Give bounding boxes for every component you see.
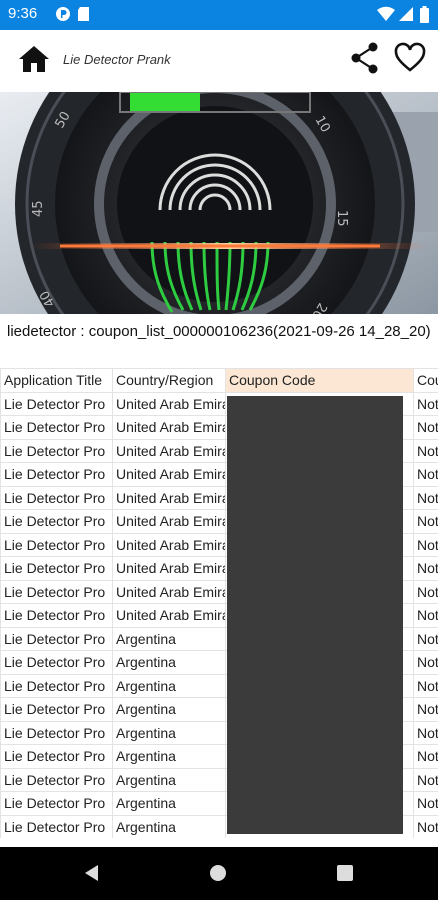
system-nav-bar bbox=[0, 847, 438, 900]
cell-coupon-status: Not bbox=[413, 603, 438, 628]
back-icon[interactable] bbox=[82, 863, 102, 883]
cell-country-region: Argentina bbox=[112, 767, 226, 792]
sd-card-icon bbox=[78, 7, 89, 21]
cell-country-region: United Arab Emirates bbox=[112, 603, 226, 628]
cell-coupon-status: Not bbox=[413, 579, 438, 604]
cell-country-region: United Arab Emirates bbox=[112, 462, 226, 487]
cell-coupon-status: Not bbox=[413, 391, 438, 416]
cell-country-region: United Arab Emirates bbox=[112, 579, 226, 604]
table-header-row: Application Title Country/Region Coupon … bbox=[0, 368, 438, 393]
wifi-icon bbox=[377, 6, 395, 22]
cell-country-region: Argentina bbox=[112, 673, 226, 698]
cell-country-region: Argentina bbox=[112, 650, 226, 675]
cell-coupon-status: Not bbox=[413, 438, 438, 463]
cell-application-title: Lie Detector Pro bbox=[0, 532, 113, 557]
signal-icon bbox=[399, 7, 413, 21]
cell-country-region: Argentina bbox=[112, 720, 226, 745]
notification-p-icon bbox=[56, 7, 70, 21]
battery-icon bbox=[420, 6, 429, 23]
cell-country-region: United Arab Emirates bbox=[112, 415, 226, 440]
watch-scanner-illustration: 50 10 45 15 40 20 bbox=[0, 92, 438, 314]
dial-number: 15 bbox=[334, 210, 349, 227]
cell-application-title: Lie Detector Pro bbox=[0, 462, 113, 487]
cell-application-title: Lie Detector Pro bbox=[0, 603, 113, 628]
home-icon[interactable] bbox=[18, 44, 50, 74]
recents-icon[interactable] bbox=[336, 864, 354, 882]
header-coupon-code[interactable]: Coupon Code bbox=[225, 368, 414, 393]
app-bar: Lie Detector Prank bbox=[0, 30, 438, 92]
header-country-region[interactable]: Country/Region bbox=[112, 368, 226, 393]
cell-application-title: Lie Detector Pro bbox=[0, 767, 113, 792]
cell-application-title: Lie Detector Pro bbox=[0, 438, 113, 463]
cell-coupon-status: Not bbox=[413, 485, 438, 510]
redacted-coupon-codes bbox=[227, 396, 403, 834]
status-bar: 9:36 bbox=[0, 0, 438, 30]
banner-image: 50 10 45 15 40 20 bbox=[0, 92, 438, 314]
cell-country-region: United Arab Emirates bbox=[112, 438, 226, 463]
cell-coupon-status: Not bbox=[413, 415, 438, 440]
cell-coupon-status: Not bbox=[413, 509, 438, 534]
cell-coupon-status: Not bbox=[413, 720, 438, 745]
header-application-title[interactable]: Application Title bbox=[0, 368, 113, 393]
cell-coupon-status: Not bbox=[413, 650, 438, 675]
cell-coupon-status: Not bbox=[413, 626, 438, 651]
cell-coupon-status: Not bbox=[413, 697, 438, 722]
cell-country-region: Argentina bbox=[112, 697, 226, 722]
cell-country-region: United Arab Emirates bbox=[112, 556, 226, 581]
dial-number: 45 bbox=[31, 200, 46, 217]
cell-country-region: United Arab Emirates bbox=[112, 485, 226, 510]
cell-country-region: Argentina bbox=[112, 791, 226, 816]
cell-application-title: Lie Detector Pro bbox=[0, 744, 113, 769]
cell-coupon-status: Not bbox=[413, 767, 438, 792]
cell-coupon-status: Not bbox=[413, 462, 438, 487]
cell-coupon-status: Not bbox=[413, 556, 438, 581]
header-coupon-status[interactable]: Cou bbox=[413, 368, 438, 393]
cell-application-title: Lie Detector Pro bbox=[0, 415, 113, 440]
cell-application-title: Lie Detector Pro bbox=[0, 650, 113, 675]
cell-application-title: Lie Detector Pro bbox=[0, 720, 113, 745]
cell-country-region: United Arab Emirates bbox=[112, 509, 226, 534]
cell-application-title: Lie Detector Pro bbox=[0, 509, 113, 534]
cell-application-title: Lie Detector Pro bbox=[0, 579, 113, 604]
cell-country-region: United Arab Emirates bbox=[112, 532, 226, 557]
status-time: 9:36 bbox=[8, 5, 38, 22]
favorite-heart-icon[interactable] bbox=[394, 42, 426, 74]
cell-country-region: Argentina bbox=[112, 744, 226, 769]
cell-country-region: Argentina bbox=[112, 814, 226, 838]
cell-application-title: Lie Detector Pro bbox=[0, 626, 113, 651]
cell-coupon-status: Not bbox=[413, 532, 438, 557]
coupon-list-caption: liedetector : coupon_list_000000106236(2… bbox=[7, 323, 431, 340]
cell-coupon-status: Not bbox=[413, 673, 438, 698]
cell-country-region: United Arab Emirates bbox=[112, 391, 226, 416]
cell-application-title: Lie Detector Pro bbox=[0, 791, 113, 816]
cell-application-title: Lie Detector Pro bbox=[0, 485, 113, 510]
cell-country-region: Argentina bbox=[112, 626, 226, 651]
cell-coupon-status: Not bbox=[413, 791, 438, 816]
share-icon[interactable] bbox=[350, 42, 380, 74]
cell-application-title: Lie Detector Pro bbox=[0, 556, 113, 581]
cell-coupon-status: Not bbox=[413, 814, 438, 838]
cell-application-title: Lie Detector Pro bbox=[0, 673, 113, 698]
cell-application-title: Lie Detector Pro bbox=[0, 697, 113, 722]
home-circle-icon[interactable] bbox=[208, 863, 228, 883]
cell-coupon-status: Not bbox=[413, 744, 438, 769]
cell-application-title: Lie Detector Pro bbox=[0, 391, 113, 416]
cell-application-title: Lie Detector Pro bbox=[0, 814, 113, 838]
app-title: Lie Detector Prank bbox=[63, 52, 171, 67]
